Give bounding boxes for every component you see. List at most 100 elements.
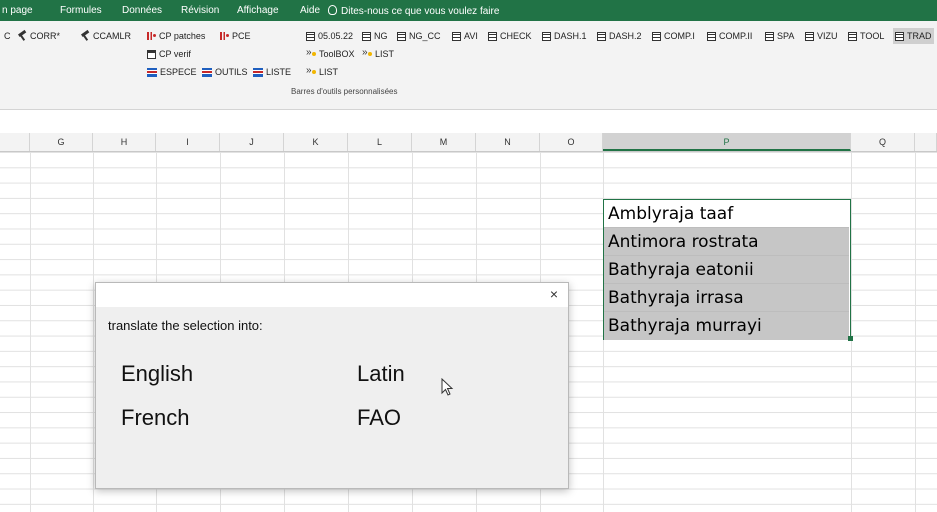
btn-05-05-22[interactable]: 05.05.22 [306, 31, 353, 41]
column-header-q[interactable]: Q [851, 133, 915, 151]
btn-avi-label: AVI [464, 31, 478, 41]
grid-icon [488, 31, 497, 41]
ribbon-c-button[interactable]: C [4, 31, 11, 41]
btn-ng-label: NG [374, 31, 388, 41]
menu-item-donnees[interactable]: Données [122, 5, 162, 16]
grid-icon [765, 31, 774, 41]
toolbox-label: ToolBOX [319, 49, 355, 59]
cell-p-species-4[interactable]: Bathyraja irrasa [604, 284, 849, 312]
cp-patches-button[interactable]: CP patches [147, 31, 205, 41]
btn-trad-label: TRAD [907, 31, 932, 41]
cp-verif-button[interactable]: CP verif [147, 49, 191, 59]
bars-icon [147, 32, 156, 40]
espece-label: ESPECE [160, 67, 197, 77]
grid-line [851, 152, 852, 512]
column-header-blank [0, 133, 30, 151]
btn-check[interactable]: CHECK [488, 31, 532, 41]
list-button-2[interactable]: LIST [306, 65, 338, 78]
btn-comp1-label: COMP.I [664, 31, 695, 41]
menu-item-revision[interactable]: Révision [181, 5, 219, 16]
ribbon: C CORR* CCAMLR CP patches PCE CP verif E… [0, 21, 937, 110]
corr-button[interactable]: CORR* [17, 31, 60, 41]
toolbox-icon [306, 65, 316, 77]
menu-item-formules[interactable]: Formules [60, 5, 102, 16]
grid-line [30, 152, 31, 512]
column-header-o[interactable]: O [540, 133, 603, 151]
grid-icon [362, 31, 371, 41]
btn-dash1-label: DASH.1 [554, 31, 587, 41]
list-icon [253, 67, 263, 77]
toolbox-icon [362, 47, 372, 59]
ribbon-c-label: C [4, 31, 11, 41]
cell-p-species-3[interactable]: Bathyraja eatonii [604, 256, 849, 284]
grid-icon [306, 31, 315, 41]
btn-spa-label: SPA [777, 31, 795, 41]
column-header-r[interactable] [915, 133, 937, 151]
close-icon[interactable]: × [550, 286, 558, 302]
btn-vizu[interactable]: VIZU [805, 31, 838, 41]
menu-item-mise-en-page[interactable]: n page [2, 5, 33, 16]
btn-dash1[interactable]: DASH.1 [542, 31, 587, 41]
pce-label: PCE [232, 31, 251, 41]
list-button-1[interactable]: LIST [362, 47, 394, 60]
cell-p-species-1[interactable]: Amblyraja taaf [604, 200, 849, 228]
doc-icon [147, 49, 156, 59]
fill-handle[interactable] [848, 336, 853, 341]
column-header-i[interactable]: I [156, 133, 220, 151]
cell-p-species-5[interactable]: Bathyraja murrayi [604, 312, 849, 340]
column-header-m[interactable]: M [412, 133, 476, 151]
column-header-p[interactable]: P [603, 133, 851, 151]
btn-ng-cc[interactable]: NG_CC [397, 31, 441, 41]
cell-p-species-2[interactable]: Antimora rostrata [604, 228, 849, 256]
grid-icon [895, 31, 904, 41]
tell-me-box[interactable]: Dites-nous ce que vous voulez faire [328, 5, 499, 17]
column-header-h[interactable]: H [93, 133, 156, 151]
ribbon-group-label: Barres d'outils personnalisées [291, 87, 398, 96]
list-icon [147, 67, 157, 77]
toolbox-icon [306, 47, 316, 59]
dialog-prompt: translate the selection into: [108, 318, 263, 333]
tell-me-text: Dites-nous ce que vous voulez faire [341, 6, 500, 17]
dialog-titlebar[interactable]: × [96, 283, 568, 307]
tool-icon [80, 31, 90, 41]
cp-verif-label: CP verif [159, 49, 191, 59]
option-english[interactable]: English [121, 361, 193, 387]
selected-range[interactable]: Amblyraja taaf Antimora rostrata Bathyra… [603, 199, 851, 340]
column-headers: G H I J K L M N O P Q [0, 133, 937, 152]
option-fao[interactable]: FAO [357, 405, 401, 431]
ccamlr-button[interactable]: CCAMLR [80, 31, 131, 41]
column-header-l[interactable]: L [348, 133, 412, 151]
translate-dialog: × translate the selection into: English … [95, 282, 569, 489]
grid-icon [707, 31, 716, 41]
toolbox-button[interactable]: ToolBOX [306, 47, 355, 60]
btn-comp1[interactable]: COMP.I [652, 31, 695, 41]
btn-check-label: CHECK [500, 31, 532, 41]
grid-line [915, 152, 916, 512]
btn-ng-cc-label: NG_CC [409, 31, 441, 41]
liste-button[interactable]: LISTE [253, 67, 291, 77]
btn-spa[interactable]: SPA [765, 31, 794, 41]
btn-dash2[interactable]: DASH.2 [597, 31, 642, 41]
btn-trad[interactable]: TRAD [893, 28, 934, 44]
btn-05-05-22-label: 05.05.22 [318, 31, 354, 41]
option-latin[interactable]: Latin [357, 361, 405, 387]
btn-tool[interactable]: TOOL [848, 31, 884, 41]
option-french[interactable]: French [121, 405, 189, 431]
menu-item-affichage[interactable]: Affichage [237, 5, 279, 16]
outils-label: OUTILS [215, 67, 248, 77]
column-header-k[interactable]: K [284, 133, 348, 151]
btn-comp2[interactable]: COMP.II [707, 31, 752, 41]
grid-icon [805, 31, 814, 41]
outils-button[interactable]: OUTILS [202, 67, 248, 77]
btn-dash2-label: DASH.2 [609, 31, 642, 41]
pce-button[interactable]: PCE [220, 31, 251, 41]
column-header-j[interactable]: J [220, 133, 284, 151]
btn-avi[interactable]: AVI [452, 31, 478, 41]
column-header-n[interactable]: N [476, 133, 540, 151]
menu-item-aide[interactable]: Aide [300, 5, 320, 16]
column-header-g[interactable]: G [30, 133, 93, 151]
espece-button[interactable]: ESPECE [147, 67, 197, 77]
mouse-pointer-icon [441, 378, 454, 396]
grid-icon [542, 31, 551, 41]
btn-ng[interactable]: NG [362, 31, 388, 41]
